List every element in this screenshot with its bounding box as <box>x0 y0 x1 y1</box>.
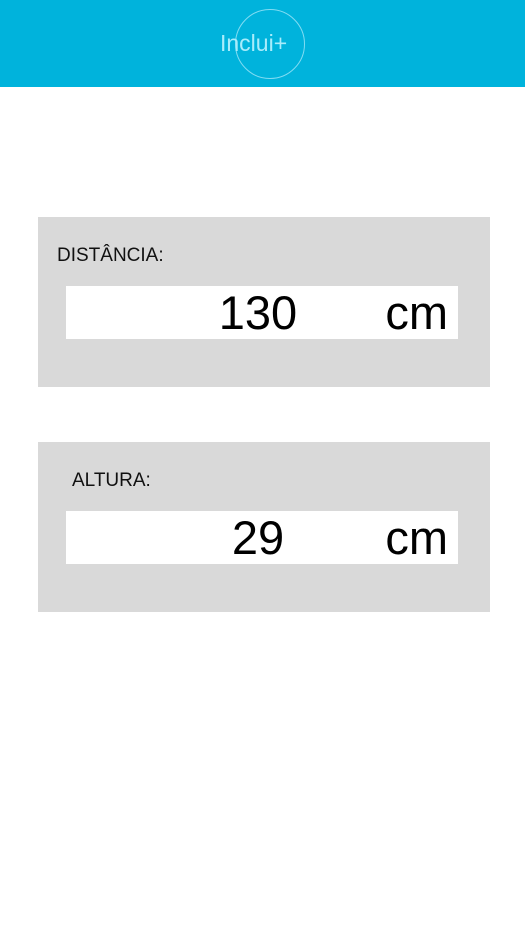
height-field[interactable]: 29 cm <box>66 511 458 564</box>
app-header: Inclui+ <box>0 0 525 87</box>
distance-card: DISTÂNCIA: 130 cm <box>38 217 490 387</box>
distance-unit: cm <box>385 286 448 339</box>
height-value: 29 <box>231 511 285 564</box>
height-label: ALTURA: <box>72 470 151 491</box>
distance-label: DISTÂNCIA: <box>57 245 164 266</box>
app-logo: Inclui+ <box>220 30 288 56</box>
height-card: ALTURA: 29 cm <box>38 442 490 612</box>
distance-field[interactable]: 130 cm <box>66 286 458 339</box>
height-unit: cm <box>385 511 448 564</box>
distance-value: 130 <box>218 286 298 339</box>
